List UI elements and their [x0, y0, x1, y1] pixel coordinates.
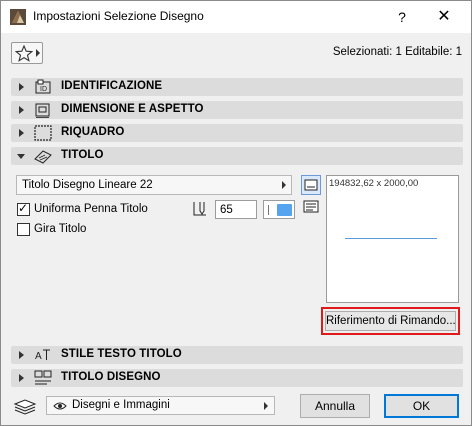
close-button[interactable]: ✕ — [429, 5, 459, 29]
pen-color-picker[interactable] — [263, 200, 295, 219]
panel-label: TITOLO DISEGNO — [61, 371, 161, 383]
title-preview: 194832,62 x 2000,00 — [326, 175, 459, 303]
svg-text:A: A — [35, 351, 42, 362]
drawing-title-icon — [34, 370, 52, 385]
star-icon — [15, 45, 33, 62]
panel-label: STILE TESTO TITOLO — [61, 348, 182, 360]
panel-label: RIQUADRO — [61, 126, 125, 138]
pen-icon — [193, 202, 206, 216]
selection-info: Selezionati: 1 Editabile: 1 — [332, 46, 462, 58]
pen-color-swatch — [277, 204, 292, 216]
pen-number-field[interactable]: 65 — [215, 200, 257, 219]
layers-icon — [13, 399, 37, 415]
preview-size-text: 194832,62 x 2000,00 — [329, 178, 419, 189]
panel-stile-testo-titolo[interactable]: A STILE TESTO TITOLO — [11, 346, 463, 364]
panel-identificazione[interactable]: ID IDENTIFICAZIONE — [11, 78, 463, 96]
app-icon — [10, 9, 26, 25]
title-type-value: Titolo Disegno Lineare 22 — [22, 179, 153, 191]
id-tag-icon: ID — [35, 79, 51, 94]
help-button[interactable]: ? — [387, 5, 417, 29]
text-block-icon — [303, 200, 319, 213]
preview-icon — [304, 179, 318, 191]
layer-select[interactable]: Disegni e Immagini — [46, 396, 275, 415]
dialog-window: Impostazioni Selezione Disegno ? ✕ Selez… — [0, 0, 472, 426]
layer-value: Disegni e Immagini — [72, 399, 170, 411]
preview-title-line — [345, 238, 437, 239]
collapse-arrow-icon — [17, 154, 25, 159]
expand-arrow-icon — [19, 374, 24, 382]
expand-arrow-icon — [19, 129, 24, 137]
ok-button[interactable]: OK — [384, 394, 459, 418]
panel-label: IDENTIFICAZIONE — [61, 80, 163, 92]
panel-riquadro[interactable]: RIQUADRO — [11, 124, 463, 142]
chevron-right-icon — [264, 402, 268, 410]
cancel-button[interactable]: Annulla — [300, 394, 370, 418]
uniform-pen-label: Uniforma Penna Titolo — [34, 203, 148, 215]
expand-arrow-icon — [19, 351, 24, 359]
preview-mode-button[interactable] — [301, 175, 321, 195]
chevron-right-icon — [36, 49, 40, 57]
rotate-title-label: Gira Titolo — [34, 223, 87, 235]
panel-titolo-disegno[interactable]: TITOLO DISEGNO — [11, 369, 463, 387]
expand-arrow-icon — [19, 106, 24, 114]
title-type-select[interactable]: Titolo Disegno Lineare 22 — [16, 175, 292, 195]
reference-button[interactable]: Riferimento di Rimando... — [325, 311, 456, 331]
pen-number-value: 65 — [220, 204, 233, 216]
chevron-right-icon — [282, 181, 286, 189]
pen-divider — [268, 205, 269, 215]
svg-text:ID: ID — [40, 86, 47, 93]
panel-titolo[interactable]: TITOLO — [11, 147, 463, 165]
expand-arrow-icon — [19, 83, 24, 91]
title-bar: Impostazioni Selezione Disegno ? ✕ — [1, 1, 471, 33]
uniform-pen-checkbox[interactable] — [17, 201, 30, 216]
eye-icon — [53, 402, 67, 410]
frame-icon — [34, 125, 52, 141]
favorites-button[interactable] — [11, 42, 43, 64]
text-mode-button[interactable] — [301, 197, 321, 217]
text-style-icon: A — [35, 349, 50, 362]
title-icon — [34, 150, 52, 164]
window-title: Impostazioni Selezione Disegno — [33, 9, 204, 23]
rotate-title-checkbox[interactable] — [17, 223, 30, 236]
panel-label: TITOLO — [61, 149, 104, 161]
panel-dimensione-aspetto[interactable]: DIMENSIONE E ASPETTO — [11, 101, 463, 119]
panel-label: DIMENSIONE E ASPETTO — [61, 103, 204, 115]
size-appearance-icon — [35, 103, 50, 118]
reference-button-highlight: Riferimento di Rimando... — [321, 307, 460, 335]
